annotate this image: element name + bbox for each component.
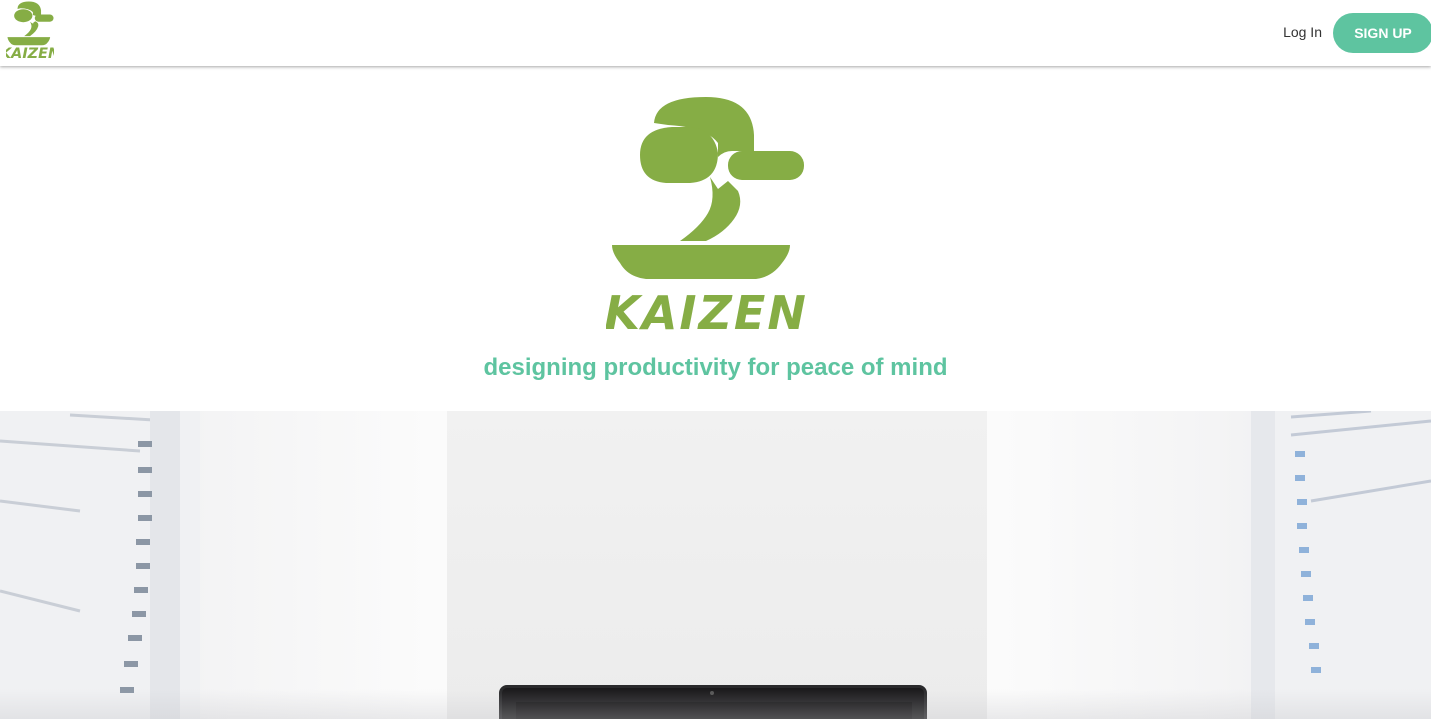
kaizen-logo-small[interactable]: KAIZEN: [6, 0, 54, 60]
hero-tagline: designing productivity for peace of mind: [483, 354, 948, 381]
kaizen-wordmark: KAIZEN: [606, 286, 806, 338]
kaizen-wordmark-small: KAIZEN: [6, 46, 54, 60]
signup-button[interactable]: SIGN UP: [1333, 13, 1431, 53]
photo-bottom-shadow: [0, 689, 1431, 719]
login-link[interactable]: Log In: [1283, 22, 1322, 42]
kaizen-logo-large: KAIZEN: [606, 97, 806, 338]
window-blinds-right: [1251, 411, 1431, 719]
wall-panel: [447, 411, 987, 719]
hero-background-photo: [0, 411, 1431, 719]
window-blinds-left: [0, 411, 200, 719]
top-navbar: KAIZEN Log In SIGN UP: [0, 0, 1431, 66]
